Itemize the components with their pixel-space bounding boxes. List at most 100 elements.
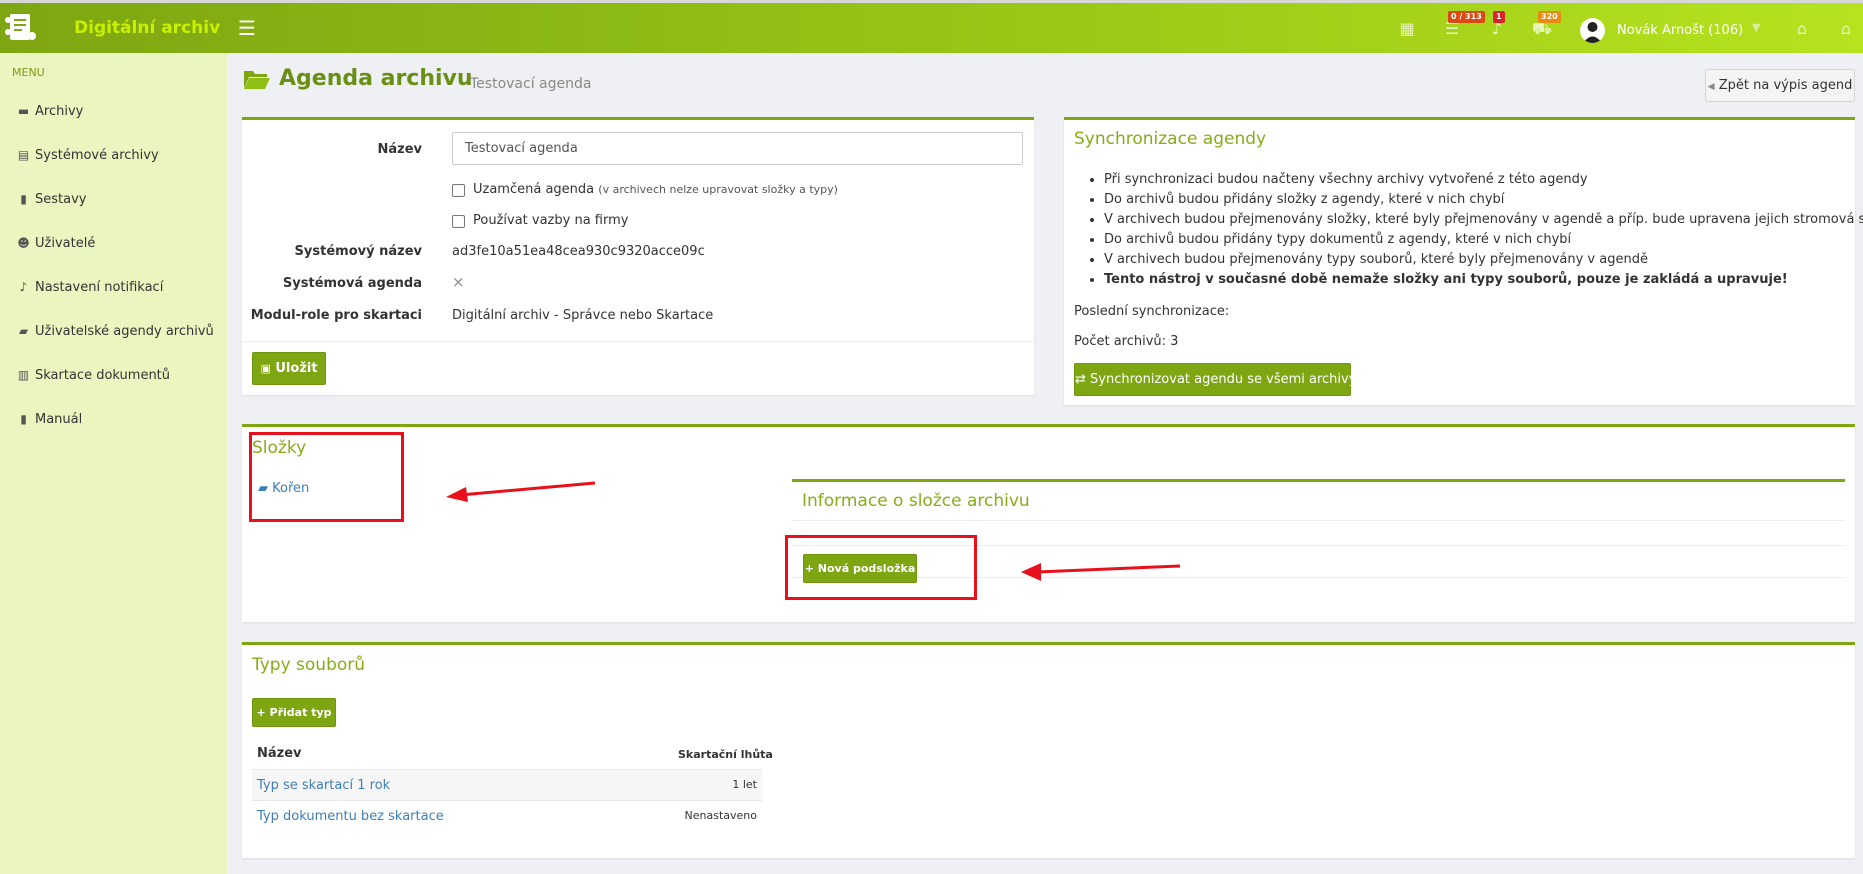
name-label: Název: [377, 142, 422, 157]
sidebar-item-archivy[interactable]: ▬ Archivy: [16, 104, 84, 124]
sidebar-item-reports[interactable]: ▮ Sestavy: [16, 192, 86, 212]
locked-agenda-note: (v archivech nelze upravovat složky a ty…: [598, 183, 838, 196]
page-title: Agenda archivu: [279, 66, 473, 91]
save-button-label: Uložit: [275, 361, 318, 376]
sidebar-item-label: Uživatelé: [35, 236, 96, 251]
agenda-form-panel: Název Uzamčená agenda (v archivech nelze…: [242, 117, 1034, 395]
close-icon: ×: [452, 273, 465, 291]
app-logo-icon: [5, 14, 36, 40]
sidebar-item-system-archives[interactable]: ▤ Systémové archivy: [16, 148, 159, 168]
app-title: Digitální archiv: [74, 18, 221, 38]
sync-button-label: Synchronizovat agendu se všemi archivy: [1090, 372, 1357, 387]
sync-panel: Synchronizace agendy Při synchronizaci b…: [1064, 117, 1863, 405]
folders-panel: Složky ▰ Kořen Informace o složce archiv…: [242, 424, 1855, 622]
annotation-box-subfolder: [785, 535, 977, 600]
hamburger-icon[interactable]: ☰: [238, 17, 260, 39]
folder-open-icon: [244, 71, 270, 89]
archive-box-icon: ▬: [17, 104, 30, 118]
user-name[interactable]: Novák Arnošt (106): [1617, 23, 1743, 38]
server-icon: ▤: [17, 148, 30, 162]
type-link[interactable]: Typ dokumentu bez skartace: [257, 809, 444, 824]
truck-icon[interactable]: ⛟ 320: [1530, 11, 1561, 41]
brand[interactable]: Digitální archiv: [0, 3, 227, 53]
list-item: Při synchronizaci budou načteny všechny …: [1104, 170, 1863, 190]
book-icon: ▮: [20, 192, 27, 206]
use-firms-label: Používat vazby na firmy: [473, 213, 629, 228]
sidebar-item-label: Uživatelské agendy archivů: [35, 324, 214, 339]
chevron-down-icon[interactable]: ▼: [1752, 21, 1760, 34]
list-item: V archivech budou přejmenovány složky, k…: [1104, 210, 1863, 230]
list-item: Do archivů budou přidány složky z agendy…: [1104, 190, 1863, 210]
system-name-label: Systémový název: [294, 244, 422, 259]
name-input[interactable]: [452, 132, 1023, 165]
module-role-value: Digitální archiv - Správce nebo Skartace: [452, 308, 714, 323]
table-row: Typ se skartací 1 rok 1 let: [252, 769, 762, 800]
tasks-icon[interactable]: ☰ 0 / 313: [1440, 11, 1485, 41]
menu-label: MENU: [12, 66, 45, 79]
use-firms-checkbox[interactable]: [452, 215, 465, 228]
sidebar-item-notifications[interactable]: ♪ Nastavení notifikací: [16, 280, 164, 300]
table-header-period: Skartační lhůta: [678, 748, 773, 761]
table-row: Typ dokumentu bez skartace Nenastaveno: [252, 800, 762, 831]
book-icon: ▮: [20, 412, 27, 426]
sidebar-item-label: Manuál: [35, 412, 83, 427]
divider: [792, 520, 1845, 521]
messages-badge: 320: [1538, 11, 1561, 23]
sidebar-item-shredding[interactable]: ▥ Skartace dokumentů: [16, 368, 170, 388]
folder-info-title: Informace o složce archivu: [802, 491, 1030, 511]
shred-period: 1 let: [732, 778, 757, 791]
module-role-label: Modul-role pro skartaci: [250, 308, 422, 323]
last-sync-label: Poslední synchronizace:: [1074, 304, 1230, 319]
table-header-name: Název: [257, 746, 302, 761]
notifications-badge: 1: [1493, 11, 1505, 23]
back-to-agendas-button[interactable]: ◀ Zpět na výpis agend: [1705, 69, 1855, 102]
sync-info-list: Při synchronizaci budou načteny všechny …: [1104, 170, 1863, 290]
floppy-icon: ▣: [260, 362, 271, 375]
home-icon[interactable]: ⌂: [1834, 17, 1858, 41]
plus-icon: +: [256, 706, 266, 719]
locked-agenda-label: Uzamčená agenda (v archivech nelze uprav…: [473, 182, 838, 197]
calendar-icon[interactable]: ▦: [1395, 17, 1419, 41]
sidebar-item-manual[interactable]: ▮ Manuál: [16, 412, 82, 432]
annotation-box-root: [249, 432, 404, 522]
back-button-label: Zpět na výpis agend: [1718, 78, 1853, 93]
top-navbar: Digitální archiv ☰ ▦ ☰ 0 / 313 ♪ 1 ⛟ 320…: [0, 0, 1863, 53]
trash-icon: ▥: [17, 368, 30, 382]
annotation-arrow-icon: [446, 481, 596, 502]
sidebar-item-label: Archivy: [35, 104, 84, 119]
file-types-title: Typy souborů: [252, 655, 366, 675]
divider: [242, 341, 1034, 342]
list-item: Do archivů budou přidány typy dokumentů …: [1104, 230, 1863, 250]
sidebar-item-users[interactable]: ☻ Uživatelé: [16, 236, 95, 256]
chevron-left-icon: ◀: [1707, 82, 1715, 92]
list-item-warning: Tento nástroj v současné době nemaže slo…: [1104, 270, 1863, 290]
page-subtitle: Testovací agenda: [470, 76, 592, 92]
system-name-value: ad3fe10a51ea48cea930c9320acce09c: [452, 244, 705, 259]
folder-open-icon: ▰: [18, 324, 29, 338]
archive-count: Počet archivů: 3: [1074, 334, 1179, 349]
add-type-label: Přidat typ: [269, 706, 332, 719]
shred-period: Nenastaveno: [684, 809, 757, 822]
sidebar-item-label: Sestavy: [35, 192, 87, 207]
bell-icon[interactable]: ♪ 1: [1485, 11, 1509, 41]
sidebar-item-user-agendas[interactable]: ▰ Uživatelské agendy archivů: [16, 324, 214, 344]
locked-agenda-checkbox[interactable]: [452, 184, 465, 197]
sidebar-item-label: Skartace dokumentů: [35, 368, 171, 383]
sync-title: Synchronizace agendy: [1074, 129, 1267, 149]
sidebar-item-label: Systémové archivy: [35, 148, 159, 163]
sync-all-button[interactable]: ⇄ Synchronizovat agendu se všemi archivy: [1074, 363, 1356, 396]
system-agenda-label: Systémová agenda: [282, 276, 422, 291]
bell-icon: ♪: [19, 280, 28, 294]
list-item: V archivech budou přejmenovány typy soub…: [1104, 250, 1863, 270]
annotation-arrow-icon: [1021, 563, 1181, 581]
save-button[interactable]: ▣ Uložit: [252, 352, 326, 385]
file-types-panel: Typy souborů + Přidat typ Název Skartačn…: [242, 642, 1855, 858]
exchange-icon: ⇄: [1075, 372, 1086, 387]
avatar[interactable]: [1580, 18, 1605, 43]
bank-icon[interactable]: ⌂: [1790, 17, 1814, 41]
tasks-badge: 0 / 313: [1448, 11, 1485, 23]
add-type-button[interactable]: + Přidat typ: [252, 698, 336, 727]
sidebar: MENU ▬ Archivy ▤ Systémové archivy ▮ Sestav…: [0, 53, 227, 874]
type-link[interactable]: Typ se skartací 1 rok: [257, 778, 390, 793]
users-icon: ☻: [17, 236, 30, 250]
